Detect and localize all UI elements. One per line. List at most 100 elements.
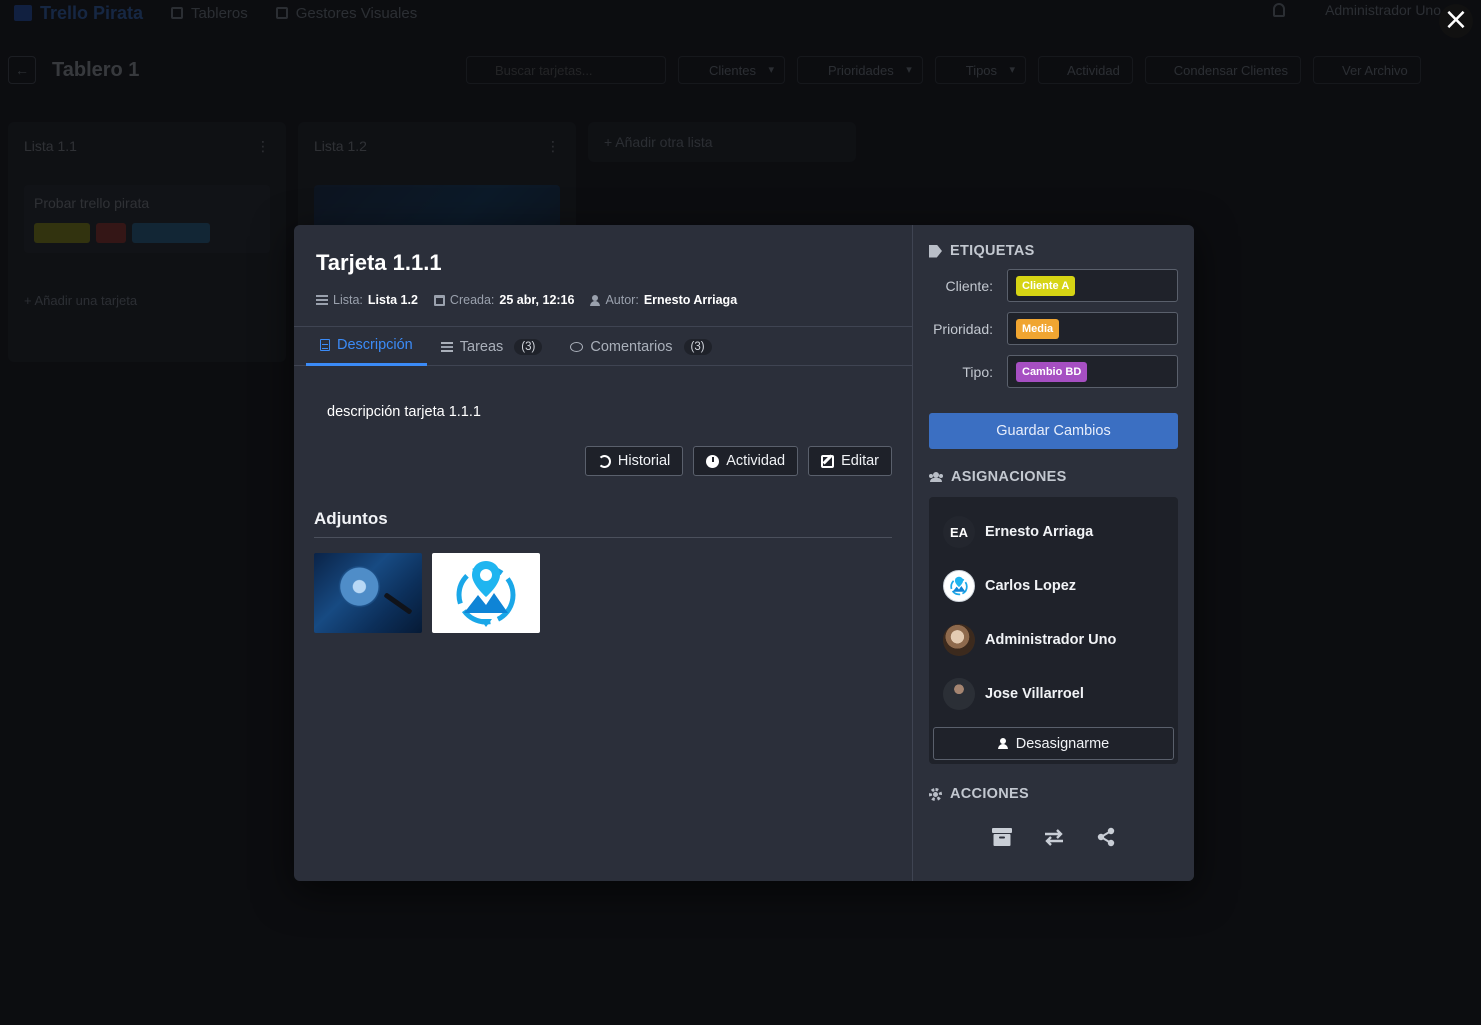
meta-created-value: 25 abr, 12:16 xyxy=(499,293,575,307)
card-title: Tarjeta 1.1.1 xyxy=(316,250,442,275)
assignee-item: EA Ernesto Arriaga xyxy=(933,505,1174,559)
assignee-name: Ernesto Arriaga xyxy=(985,524,1094,540)
user-icon xyxy=(997,738,1008,749)
list-menu-icon[interactable]: ⋮ xyxy=(546,138,560,155)
list-title: Lista 1.1 xyxy=(24,138,77,154)
nav-tableros[interactable]: Tableros xyxy=(171,5,248,22)
tipo-chip: Cambio BD xyxy=(1016,361,1088,382)
calendar-icon xyxy=(433,294,445,306)
mini-card-title: Probar trello pirata xyxy=(34,195,150,211)
view-archive-button[interactable]: Ver Archivo xyxy=(1312,56,1421,84)
comment-icon xyxy=(570,341,584,352)
history-icon xyxy=(597,454,611,468)
activity-button[interactable]: Actividad xyxy=(1038,56,1133,84)
assignee-name: Jose Villarroel xyxy=(985,686,1084,702)
tipo-select[interactable]: Cambio BD xyxy=(1007,355,1178,388)
tab-comentarios[interactable]: Comentarios (3) xyxy=(556,327,725,366)
avatar xyxy=(943,570,975,602)
prioridad-chip: Media xyxy=(1016,318,1060,339)
edit-button[interactable]: Editar xyxy=(808,446,892,476)
card-search-input[interactable]: Buscar tarjetas... xyxy=(466,56,666,84)
tag-icon xyxy=(929,244,942,258)
filter-clientes[interactable]: Clientes xyxy=(678,56,785,84)
save-changes-button[interactable]: Guardar Cambios xyxy=(929,413,1178,449)
move-icon[interactable] xyxy=(1043,826,1065,848)
edit-button-label: Editar xyxy=(841,453,879,469)
tab-tareas[interactable]: Tareas (3) xyxy=(427,327,557,366)
meta-created-label: Creada: xyxy=(449,293,495,307)
attachments-divider xyxy=(314,537,892,538)
assignee-item: Jose Villarroel xyxy=(933,667,1174,721)
tab-descripcion[interactable]: Descripción xyxy=(306,327,427,366)
card-side-panel: ETIQUETAS Cliente: Cliente A Prioridad: … xyxy=(913,225,1194,881)
user-menu[interactable]: Administrador Uno xyxy=(1325,2,1441,18)
meta-created: Creada: 25 abr, 12:16 xyxy=(433,293,575,307)
attachments-title: Adjuntos xyxy=(314,509,388,528)
meta-author: Autor: Ernesto Arriaga xyxy=(590,293,737,307)
card-main-panel: Tarjeta 1.1.1 Lista: Lista 1.2 Creada: 2… xyxy=(294,225,913,881)
document-icon xyxy=(320,339,330,351)
bell-icon[interactable] xyxy=(1273,3,1286,17)
tab-comentarios-count: (3) xyxy=(683,338,712,355)
filter-tipos[interactable]: Tipos xyxy=(934,56,1027,84)
board-title: Tablero 1 xyxy=(52,58,140,81)
edit-icon xyxy=(821,454,835,468)
assignee-name: Carlos Lopez xyxy=(985,578,1077,594)
attachment-thumbnail[interactable] xyxy=(314,553,422,633)
label-cliente-name: Cliente: xyxy=(945,277,993,294)
tasks-icon xyxy=(440,341,453,352)
archive-icon[interactable] xyxy=(991,826,1013,848)
avatar xyxy=(943,678,975,710)
back-button[interactable]: ← xyxy=(8,56,36,84)
assignee-item: Administrador Uno xyxy=(933,613,1174,667)
actions-header: ACCIONES xyxy=(929,786,1178,802)
history-button[interactable]: Historial xyxy=(584,446,684,476)
card-detail-modal: Tarjeta 1.1.1 Lista: Lista 1.2 Creada: 2… xyxy=(294,225,1194,881)
card-actions xyxy=(929,826,1178,848)
labels-header: ETIQUETAS xyxy=(929,243,1178,259)
label-prioridad-name: Prioridad: xyxy=(933,320,993,337)
gear-icon xyxy=(275,7,288,19)
meta-author-label: Autor: xyxy=(605,293,639,307)
nav-gestores[interactable]: Gestores Visuales xyxy=(275,5,417,22)
mini-card[interactable]: Probar trello pirata xyxy=(24,185,270,253)
cliente-select[interactable]: Cliente A xyxy=(1007,269,1178,302)
add-list-button[interactable]: + Añadir otra lista xyxy=(588,122,856,162)
arrow-left-icon: ← xyxy=(15,62,29,78)
mini-card-tags xyxy=(34,223,260,243)
label-tipo-name: Tipo: xyxy=(962,363,993,380)
label-row-tipo: Tipo: Cambio BD xyxy=(929,355,1178,388)
brand-name: Trello Pirata xyxy=(40,2,144,23)
add-card-link[interactable]: + Añadir una tarjeta xyxy=(24,293,270,308)
activity-button[interactable]: Actividad xyxy=(693,446,799,476)
nav-tableros-label: Tableros xyxy=(191,4,248,22)
assignee-item: Carlos Lopez xyxy=(933,559,1174,613)
brand[interactable]: Trello Pirata xyxy=(14,3,143,24)
list-menu-icon[interactable]: ⋮ xyxy=(256,138,270,155)
close-modal-button[interactable]: × xyxy=(1439,4,1473,38)
prioridad-select[interactable]: Media xyxy=(1007,312,1178,345)
card-description: descripción tarjeta 1.1.1 xyxy=(327,404,481,420)
assignments-list: EA Ernesto Arriaga Carlos Lopez Administ… xyxy=(929,497,1178,764)
condense-clients-button[interactable]: Condensar Clientes xyxy=(1144,56,1301,84)
share-icon[interactable] xyxy=(1095,826,1117,848)
tab-tareas-count: (3) xyxy=(514,338,543,355)
gear-icon xyxy=(929,787,942,801)
list-column: Lista 1.1 ⋮ Probar trello pirata + Añadir… xyxy=(8,122,286,362)
attachments-list xyxy=(314,553,540,633)
label-row-cliente: Cliente: Cliente A xyxy=(929,269,1178,302)
map-logo-icon xyxy=(950,576,968,596)
description-actions: Historial Actividad Editar xyxy=(584,446,892,476)
unassign-me-button[interactable]: Desasignarme xyxy=(933,727,1174,760)
assignments-title: ASIGNACIONES xyxy=(951,469,1067,485)
attachment-thumbnail[interactable] xyxy=(432,553,540,633)
filter-prioridades[interactable]: Prioridades xyxy=(796,56,923,84)
tab-descripcion-label: Descripción xyxy=(337,337,413,353)
activity-button-label: Actividad xyxy=(726,453,786,469)
mini-tag xyxy=(96,223,126,243)
labels-title: ETIQUETAS xyxy=(950,243,1035,259)
meta-list: Lista: Lista 1.2 xyxy=(316,293,418,307)
tab-tareas-label: Tareas xyxy=(459,338,504,355)
history-button-label: Historial xyxy=(617,453,671,469)
card-tabs: Descripción Tareas (3) Comentarios (3) xyxy=(294,326,912,366)
